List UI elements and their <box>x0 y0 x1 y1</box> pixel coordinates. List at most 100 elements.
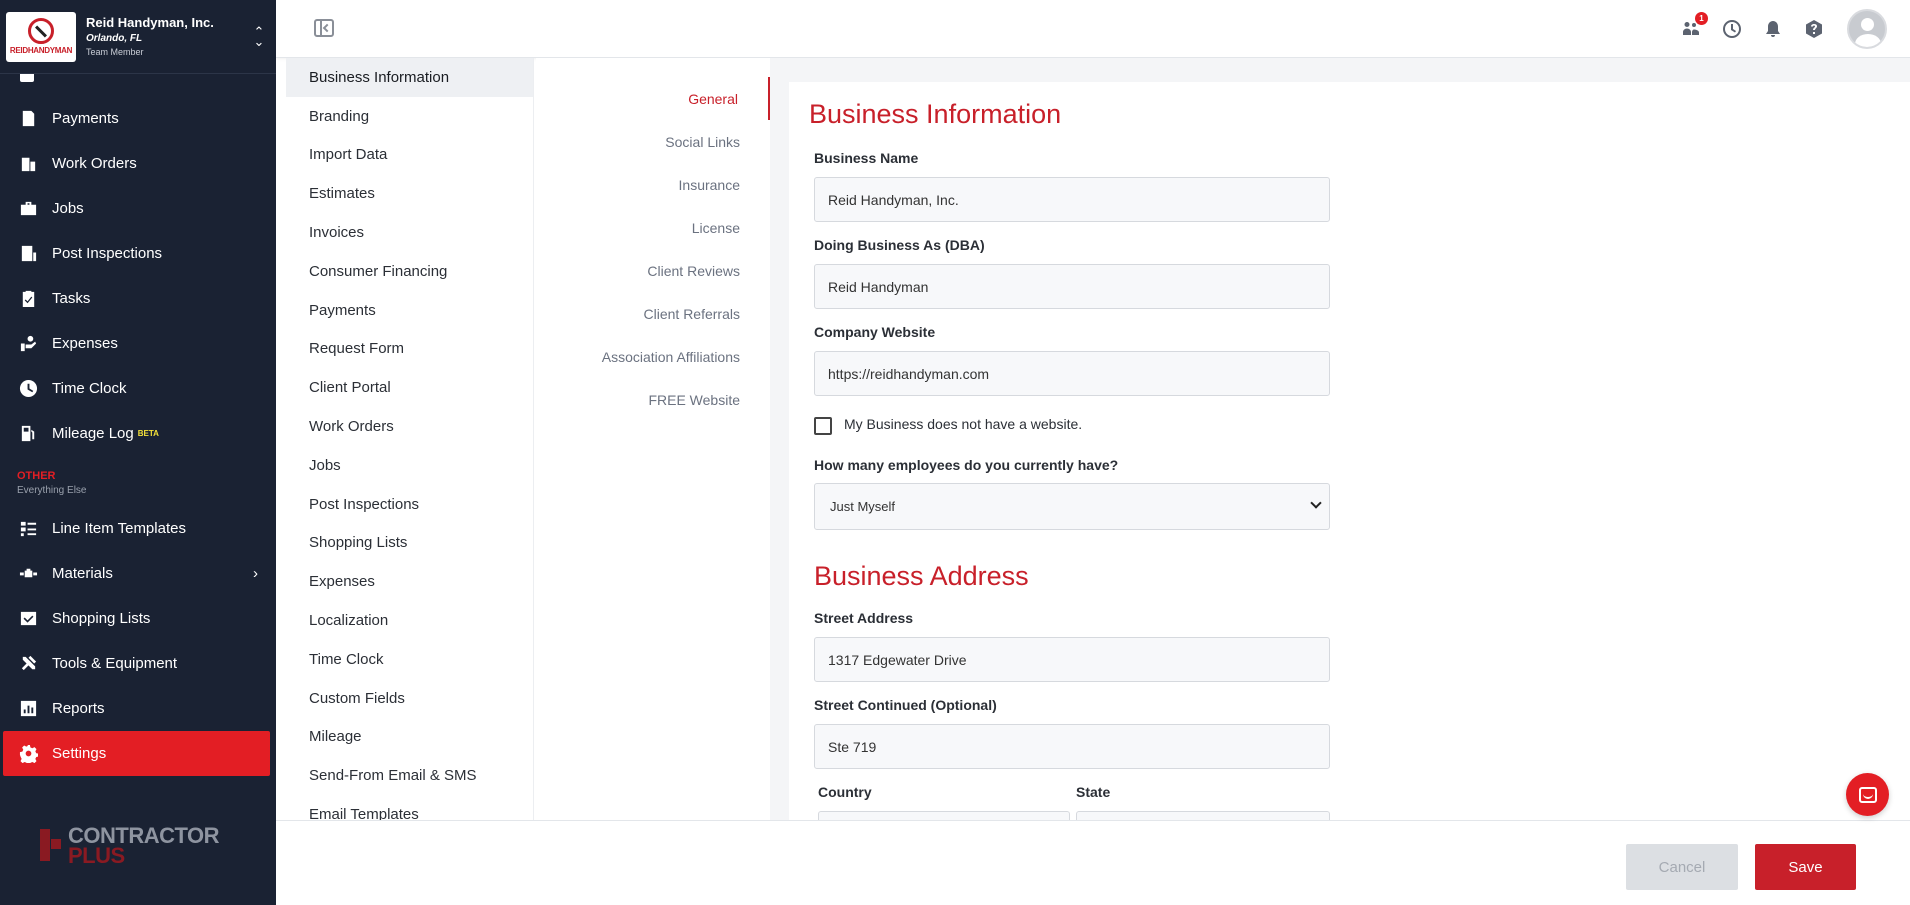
templates-icon <box>18 519 38 539</box>
save-button[interactable]: Save <box>1755 844 1856 890</box>
fuel-icon <box>18 424 38 444</box>
dba-input[interactable]: Reid Handyman <box>814 264 1330 309</box>
category-mileage[interactable]: Mileage <box>286 718 533 757</box>
category-import-data[interactable]: Import Data <box>286 136 533 175</box>
subtab-free-website[interactable]: FREE Website <box>536 378 770 421</box>
business-address-heading: Business Address <box>814 561 1029 591</box>
subtab-social-links[interactable]: Social Links <box>536 120 770 163</box>
nav-jobs[interactable]: Jobs <box>0 186 276 231</box>
nav-work-orders[interactable]: Work Orders <box>0 141 276 186</box>
cancel-button[interactable]: Cancel <box>1626 844 1738 890</box>
street-address-input[interactable]: 1317 Edgewater Drive <box>814 637 1330 682</box>
nav-reports[interactable]: Reports <box>0 686 276 731</box>
dba-label: Doing Business As (DBA) <box>814 237 985 253</box>
category-branding[interactable]: Branding <box>286 97 533 136</box>
gear-icon <box>18 744 38 764</box>
collapse-sidebar-icon[interactable] <box>314 19 334 37</box>
category-time-clock[interactable]: Time Clock <box>286 640 533 679</box>
category-request-form[interactable]: Request Form <box>286 330 533 369</box>
bell-icon[interactable] <box>1762 18 1784 40</box>
street-continued-label: Street Continued (Optional) <box>814 697 997 713</box>
category-send-from-email-sms[interactable]: Send-From Email & SMS <box>286 756 533 795</box>
chat-icon <box>1858 786 1877 803</box>
category-business-information[interactable]: Business Information <box>286 58 533 97</box>
street-continued-input[interactable]: Ste 719 <box>814 724 1330 769</box>
work-orders-icon <box>18 154 38 174</box>
employees-select[interactable]: Just Myself <box>814 483 1330 530</box>
category-payments[interactable]: Payments <box>286 291 533 330</box>
no-website-checkbox[interactable] <box>814 417 832 435</box>
business-name-input[interactable]: Reid Handyman, Inc. <box>814 177 1330 222</box>
clipboard-check-icon <box>18 289 38 309</box>
business-location: Orlando, FL <box>86 32 143 44</box>
nav-payments[interactable]: Payments <box>0 96 276 141</box>
top-bar: 1 <box>276 0 1910 58</box>
nav-tools-equipment[interactable]: Tools & Equipment <box>0 641 276 686</box>
website-input[interactable]: https://reidhandyman.com <box>814 351 1330 396</box>
chat-launcher-button[interactable] <box>1846 773 1889 816</box>
business-name: Reid Handyman, Inc. <box>86 14 214 30</box>
state-label: State <box>1076 784 1111 800</box>
inspection-icon <box>18 244 38 264</box>
team-icon[interactable]: 1 <box>1680 12 1708 40</box>
state-select[interactable] <box>1076 811 1330 820</box>
chevron-right-icon: › <box>253 565 258 582</box>
nav-materials[interactable]: Materials › <box>0 551 276 596</box>
nav-line-item-templates[interactable]: Line Item Templates <box>0 506 276 551</box>
category-estimates[interactable]: Estimates <box>286 174 533 213</box>
nav-shopping-lists[interactable]: Shopping Lists <box>0 596 276 641</box>
subtab-license[interactable]: License <box>536 206 770 249</box>
switch-business-icon[interactable]: ⌃ ⌄ <box>252 25 266 48</box>
category-expenses[interactable]: Expenses <box>286 562 533 601</box>
nav-mileage-log[interactable]: Mileage Log BETA <box>0 411 276 456</box>
business-information-heading: Business Information <box>809 99 1062 129</box>
beta-badge: BETA <box>137 429 159 438</box>
tools-icon <box>18 654 38 674</box>
cart-check-icon <box>18 609 38 629</box>
subtab-general[interactable]: General <box>536 77 770 120</box>
category-jobs[interactable]: Jobs <box>286 446 533 485</box>
briefcase-icon <box>18 199 38 219</box>
business-info-subtabs: General Social Links Insurance License C… <box>536 58 770 820</box>
nav-settings[interactable]: Settings <box>3 731 270 776</box>
notification-badge: 1 <box>1695 12 1708 25</box>
business-info-form: Business Information Business Name Reid … <box>789 82 1910 820</box>
nav-post-inspections[interactable]: Post Inspections <box>0 231 276 276</box>
category-invoices[interactable]: Invoices <box>286 213 533 252</box>
street-address-label: Street Address <box>814 610 914 626</box>
payments-icon <box>18 109 38 129</box>
history-clock-icon[interactable] <box>1721 18 1743 40</box>
category-client-portal[interactable]: Client Portal <box>286 368 533 407</box>
settings-category-list: Business Information Branding Import Dat… <box>286 58 534 820</box>
business-switcher[interactable]: REIDHANDYMAN Reid Handyman, Inc. Orlando… <box>0 0 276 74</box>
subtab-association-affiliations[interactable]: Association Affiliations <box>536 335 770 378</box>
subtab-client-referrals[interactable]: Client Referrals <box>536 292 770 335</box>
user-avatar[interactable] <box>1847 9 1887 49</box>
category-localization[interactable]: Localization <box>286 601 533 640</box>
clock-icon <box>18 379 38 399</box>
category-post-inspections[interactable]: Post Inspections <box>286 485 533 524</box>
subtab-client-reviews[interactable]: Client Reviews <box>536 249 770 292</box>
business-name-label: Business Name <box>814 150 919 166</box>
employees-label: How many employees do you currently have… <box>814 457 1119 473</box>
category-shopping-lists[interactable]: Shopping Lists <box>286 524 533 563</box>
chevron-down-icon <box>1310 497 1322 509</box>
nav-expenses[interactable]: Expenses <box>0 321 276 366</box>
category-custom-fields[interactable]: Custom Fields <box>286 679 533 718</box>
category-email-templates[interactable]: Email Templates <box>286 795 533 820</box>
category-work-orders[interactable]: Work Orders <box>286 407 533 446</box>
nav-section-other: OTHER Everything Else <box>17 470 87 496</box>
category-consumer-financing[interactable]: Consumer Financing <box>286 252 533 291</box>
no-website-label: My Business does not have a website. <box>844 416 1083 432</box>
form-footer: Cancel Save <box>276 820 1910 905</box>
subtab-insurance[interactable]: Insurance <box>536 163 770 206</box>
nav-tasks[interactable]: Tasks <box>0 276 276 321</box>
help-icon[interactable] <box>1803 18 1825 40</box>
website-label: Company Website <box>814 324 936 340</box>
country-select[interactable] <box>818 811 1070 820</box>
business-logo: REIDHANDYMAN <box>6 11 76 62</box>
nav-time-clock[interactable]: Time Clock <box>0 366 276 411</box>
contractor-plus-logo: CONTRACTOR PLUS <box>38 825 220 867</box>
nav-item-partial[interactable] <box>0 74 276 96</box>
expenses-icon <box>18 334 38 354</box>
